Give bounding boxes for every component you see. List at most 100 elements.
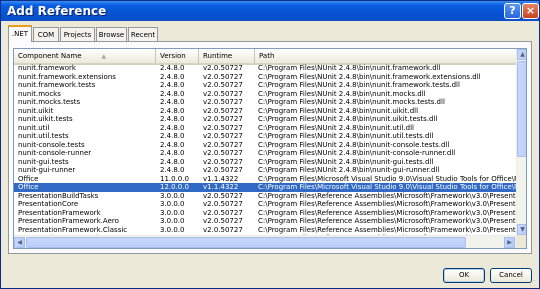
version-cell: 2.4.8.0: [160, 81, 185, 89]
runtime-cell: v1.1.4322: [203, 174, 239, 183]
path-cell: C:\Program Files\NUnit 2.4.8\bin\nunit.u…: [258, 115, 438, 123]
path-cell: C:\Program Files\NUnit 2.4.8\bin\nunit.u…: [258, 132, 434, 140]
component-name-cell: PresentationCore: [18, 200, 79, 208]
version-cell: 2.4.8.0: [160, 132, 185, 140]
component-name-cell: PresentationBuildTasks: [18, 191, 99, 200]
tab-dotnet[interactable]: .NET: [8, 25, 32, 42]
help-button[interactable]: ?: [504, 3, 521, 19]
runtime-cell: v2.0.50727: [203, 191, 243, 200]
runtime-cell: v2.0.50727: [203, 217, 243, 225]
column-header-version[interactable]: Version: [156, 49, 199, 63]
component-name-cell: nunit.util.tests: [18, 132, 69, 140]
tab-projects[interactable]: Projects: [60, 27, 95, 41]
list-row[interactable]: nunit-gui-runner 2.4.8.0 v2.0.50727 C:\Prog…: [14, 166, 516, 175]
list-row[interactable]: nunit-gui.tests 2.4.8.0 v2.0.50727 C:\Progr…: [14, 158, 516, 167]
horizontal-scroll-thumb[interactable]: [26, 237, 466, 248]
version-cell: 2.4.8.0: [160, 98, 185, 106]
component-name-cell: PresentationFramework.Aero: [18, 217, 119, 225]
column-name-label: Component Name: [18, 52, 82, 60]
sort-ascending-icon: ▲: [101, 53, 107, 60]
runtime-cell: v2.0.50727: [203, 98, 243, 106]
runtime-cell: v2.0.50727: [203, 123, 243, 132]
component-name-cell: nunit.framework: [18, 64, 76, 72]
component-list[interactable]: Component Name ▲ Version Runtime Path nun…: [13, 48, 527, 249]
path-cell: C:\Program Files\Reference Assemblies\Mi…: [258, 225, 516, 234]
list-row[interactable]: nunit.util.tests 2.4.8.0 v2.0.50727 C:\Prog…: [14, 132, 516, 141]
list-row[interactable]: PresentationBuildTasks 3.0.0.0 v2.0.50727 C…: [14, 192, 516, 201]
tab-browse[interactable]: Browse: [96, 27, 127, 41]
scroll-right-button[interactable]: ▶: [504, 237, 515, 248]
path-cell: C:\Program Files\Reference Assemblies\Mi…: [258, 217, 516, 225]
column-header-runtime[interactable]: Runtime: [199, 49, 255, 63]
list-row[interactable]: Office 12.0.0.0 v1.1.4322 C:\Program Files\…: [14, 183, 516, 192]
path-cell: C:\Program Files\Reference Assemblies\Mi…: [258, 200, 516, 208]
list-row[interactable]: nunit.util 2.4.8.0 v2.0.50727 C:\Program Fi…: [14, 124, 516, 133]
path-cell: C:\Program Files\Reference Assemblies\Mi…: [258, 191, 516, 200]
path-cell: C:\Program Files\NUnit 2.4.8\bin\nunit.m…: [258, 98, 445, 106]
path-cell: C:\Program Files\NUnit 2.4.8\bin\nunit.u…: [258, 106, 419, 115]
runtime-cell: v2.0.50727: [203, 72, 243, 81]
path-cell: C:\Program Files\NUnit 2.4.8\bin\nunit.f…: [258, 81, 460, 89]
cancel-button[interactable]: Cancel: [490, 268, 532, 283]
version-cell: 2.4.8.0: [160, 123, 185, 132]
path-cell: C:\Program Files\NUnit 2.4.8\bin\nunit-g…: [258, 157, 434, 166]
component-name-cell: nunit.uikit: [18, 106, 54, 115]
version-cell: 2.4.8.0: [160, 149, 185, 157]
list-row[interactable]: PresentationFramework.Aero 3.0.0.0 v2.0.50…: [14, 217, 516, 226]
runtime-cell: v1.1.4322: [203, 183, 239, 191]
runtime-cell: v2.0.50727: [203, 200, 243, 208]
runtime-cell: v2.0.50727: [203, 64, 243, 72]
version-cell: 2.4.8.0: [160, 140, 185, 149]
column-header-path[interactable]: Path: [255, 49, 526, 63]
scroll-left-button[interactable]: ◀: [14, 237, 25, 248]
list-row[interactable]: PresentationFramework 3.0.0.0 v2.0.50727 C:…: [14, 209, 516, 218]
list-row[interactable]: Office 11.0.0.0 v1.1.4322 C:\Program Files\…: [14, 175, 516, 184]
horizontal-scrollbar[interactable]: ◀ ▶: [14, 235, 516, 248]
column-header-name[interactable]: Component Name ▲: [14, 49, 156, 63]
close-button[interactable]: ×: [522, 3, 539, 19]
list-row[interactable]: nunit.framework.extensions 2.4.8.0 v2.0.50…: [14, 73, 516, 82]
runtime-cell: v2.0.50727: [203, 140, 243, 149]
vertical-scrollbar[interactable]: ▲ ▼: [516, 49, 526, 235]
runtime-cell: v2.0.50727: [203, 208, 243, 217]
component-name-cell: nunit.framework.extensions: [18, 72, 116, 81]
component-name-cell: nunit-console-runner: [18, 149, 92, 157]
component-name-cell: Office: [18, 183, 39, 191]
list-row[interactable]: nunit.framework 2.4.8.0 v2.0.50727 C:\Progr…: [14, 64, 516, 73]
component-name-cell: nunit.framework.tests: [18, 81, 96, 89]
vertical-scroll-thumb[interactable]: [517, 61, 526, 157]
list-row[interactable]: nunit.mocks.tests 2.4.8.0 v2.0.50727 C:\Pro…: [14, 98, 516, 107]
version-cell: 2.4.8.0: [160, 64, 185, 72]
title-bar[interactable]: Add Reference ? ×: [1, 1, 539, 21]
path-cell: C:\Program Files\NUnit 2.4.8\bin\nunit.m…: [258, 89, 426, 98]
scroll-down-button[interactable]: ▼: [517, 224, 526, 235]
component-name-cell: nunit.uikit.tests: [18, 115, 73, 123]
list-row[interactable]: nunit.mocks 2.4.8.0 v2.0.50727 C:\Program F…: [14, 90, 516, 99]
component-name-cell: Office: [18, 174, 39, 183]
list-row[interactable]: nunit-console-runner 2.4.8.0 v2.0.50727 C:\…: [14, 149, 516, 158]
path-cell: C:\Program Files\NUnit 2.4.8\bin\nunit-c…: [258, 140, 450, 149]
scroll-up-button[interactable]: ▲: [517, 49, 526, 60]
version-cell: 12.0.0.0: [160, 183, 189, 191]
list-row[interactable]: PresentationCore 3.0.0.0 v2.0.50727 C:\Prog…: [14, 200, 516, 209]
path-cell: C:\Program Files\NUnit 2.4.8\bin\nunit-g…: [258, 166, 440, 174]
list-row[interactable]: nunit.uikit 2.4.8.0 v2.0.50727 C:\Program F…: [14, 107, 516, 116]
ok-button[interactable]: OK: [443, 268, 485, 283]
path-cell: C:\Program Files\Microsoft Visual Studio…: [258, 174, 516, 183]
tab-com[interactable]: COM: [33, 27, 59, 41]
runtime-cell: v2.0.50727: [203, 166, 243, 174]
tab-recent[interactable]: Recent: [128, 27, 158, 41]
version-cell: 3.0.0.0: [160, 217, 185, 225]
list-row[interactable]: nunit.framework.tests 2.4.8.0 v2.0.50727 C:…: [14, 81, 516, 90]
version-cell: 3.0.0.0: [160, 225, 185, 234]
version-cell: 2.4.8.0: [160, 166, 185, 174]
version-cell: 2.4.8.0: [160, 72, 185, 81]
component-name-cell: PresentationFramework: [18, 208, 101, 217]
runtime-cell: v2.0.50727: [203, 225, 243, 234]
list-row[interactable]: nunit.uikit.tests 2.4.8.0 v2.0.50727 C:\Pro…: [14, 115, 516, 124]
list-row[interactable]: nunit-console.tests 2.4.8.0 v2.0.50727 C:\P…: [14, 141, 516, 150]
path-cell: C:\Program Files\Reference Assemblies\Mi…: [258, 208, 516, 217]
resize-grip-icon[interactable]: ⋰: [529, 279, 537, 287]
version-cell: 11.0.0.0: [160, 174, 189, 183]
list-row[interactable]: PresentationFramework.Classic 3.0.0.0 v2.0…: [14, 226, 516, 235]
